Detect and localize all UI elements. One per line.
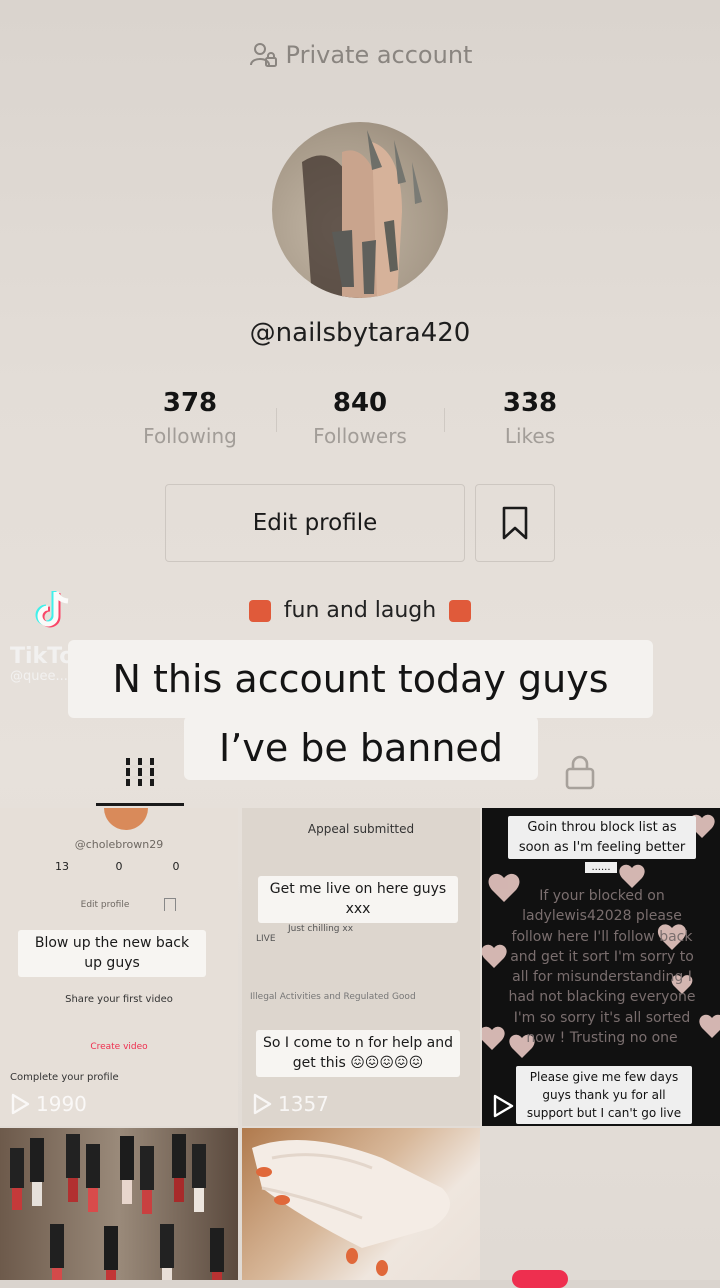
play-count: 1990 bbox=[10, 1092, 87, 1116]
tab-private[interactable] bbox=[564, 754, 596, 794]
mini-stat-likes: 0 bbox=[172, 860, 180, 873]
avatar[interactable] bbox=[272, 122, 448, 298]
private-account-header: Private account bbox=[0, 40, 720, 70]
play-count-value: 1990 bbox=[36, 1092, 87, 1116]
tiktok-logo-icon bbox=[35, 591, 69, 628]
stat-likes[interactable]: 338 Likes bbox=[455, 388, 605, 448]
siren-emoji-icon bbox=[248, 600, 271, 622]
mini-complete-profile: Complete your profile bbox=[10, 1072, 119, 1083]
mini-edit-profile: Edit profile bbox=[80, 900, 130, 910]
stat-divider bbox=[444, 408, 445, 432]
stat-likes-value: 338 bbox=[502, 388, 558, 418]
play-count-value: 1357 bbox=[278, 1092, 329, 1116]
video-thumbnail[interactable] bbox=[242, 1128, 480, 1280]
stat-followers-value: 840 bbox=[332, 388, 388, 418]
mini-live-label: LIVE bbox=[256, 934, 276, 944]
play-count: 1357 bbox=[252, 1092, 329, 1116]
private-user-icon bbox=[249, 43, 277, 67]
stat-following-value: 378 bbox=[162, 388, 218, 418]
nail-polish-bottles-image bbox=[10, 1134, 224, 1280]
private-account-label: Private account bbox=[285, 41, 473, 69]
mini-stat-following: 13 bbox=[55, 860, 69, 873]
video-thumbnail[interactable]: @cholebrown29 13 0 0 Edit profile Blow u… bbox=[0, 808, 238, 1126]
mini-chill-text: Just chilling xx bbox=[288, 924, 354, 934]
caption-line-2: I’ve be banned bbox=[184, 716, 538, 780]
play-icon bbox=[493, 1094, 514, 1118]
edit-profile-button[interactable]: Edit profile bbox=[165, 484, 465, 562]
bookmark-button[interactable] bbox=[475, 484, 555, 562]
stat-divider bbox=[276, 408, 277, 432]
caption-line-1: N this account today guys bbox=[68, 640, 653, 718]
mini-bookmark-icon bbox=[164, 898, 176, 911]
thumbnail-caption: Get me live on here guys xxx bbox=[258, 876, 458, 923]
mini-create-video: Create video bbox=[90, 1042, 148, 1052]
play-icon bbox=[253, 1093, 272, 1115]
lock-icon bbox=[565, 755, 595, 790]
play-icon-wrap bbox=[492, 1094, 514, 1122]
caption-dots: ...... bbox=[482, 862, 720, 873]
video-thumbnail[interactable]: Goin throu block list as soon as I'm fee… bbox=[482, 808, 720, 1126]
bio-line-1: fun and laugh bbox=[283, 598, 437, 623]
bookmark-icon bbox=[502, 506, 528, 540]
tab-active-indicator bbox=[96, 803, 184, 806]
videos-grid-icon bbox=[122, 758, 158, 786]
video-thumbnail[interactable]: Appeal submitted Get me live on here guy… bbox=[242, 808, 480, 1126]
stat-following[interactable]: 378 Following bbox=[115, 388, 265, 448]
stat-following-label: Following bbox=[143, 424, 237, 448]
profile-username: @nailsbytara420 bbox=[249, 318, 471, 348]
stat-likes-label: Likes bbox=[504, 424, 556, 448]
siren-emoji-icon bbox=[449, 600, 472, 622]
mini-stat-followers: 0 bbox=[115, 860, 123, 873]
mini-appeal-title: Appeal submitted bbox=[307, 822, 415, 836]
thumbnail-body-text: If your blocked on ladylewis42028 please… bbox=[508, 888, 696, 1047]
stat-followers-label: Followers bbox=[313, 424, 407, 448]
play-icon bbox=[11, 1093, 30, 1115]
mini-username: @cholebrown29 bbox=[74, 838, 164, 851]
notification-badge bbox=[512, 1270, 568, 1288]
thumbnail-caption: Goin throu block list as soon as I'm fee… bbox=[508, 816, 696, 859]
stat-followers[interactable]: 840 Followers bbox=[285, 388, 435, 448]
thumbnail-caption: Blow up the new back up guys bbox=[18, 930, 206, 977]
dots-text: ...... bbox=[585, 862, 617, 873]
mini-illegal-activities: Illegal Activities and Regulated Good bbox=[250, 992, 416, 1002]
mini-share-first-video: Share your first video bbox=[65, 994, 173, 1005]
thumbnail-caption: Please give me few days guys thank yu fo… bbox=[516, 1066, 692, 1124]
thumbnail-caption: So I come to n for help and get this 😖😖😖… bbox=[256, 1030, 460, 1077]
video-thumbnail[interactable] bbox=[0, 1128, 238, 1280]
hands-nails-image bbox=[252, 1140, 450, 1276]
tab-videos[interactable] bbox=[118, 756, 162, 792]
avatar-nails-image bbox=[302, 130, 422, 298]
mini-avatar bbox=[104, 808, 148, 830]
